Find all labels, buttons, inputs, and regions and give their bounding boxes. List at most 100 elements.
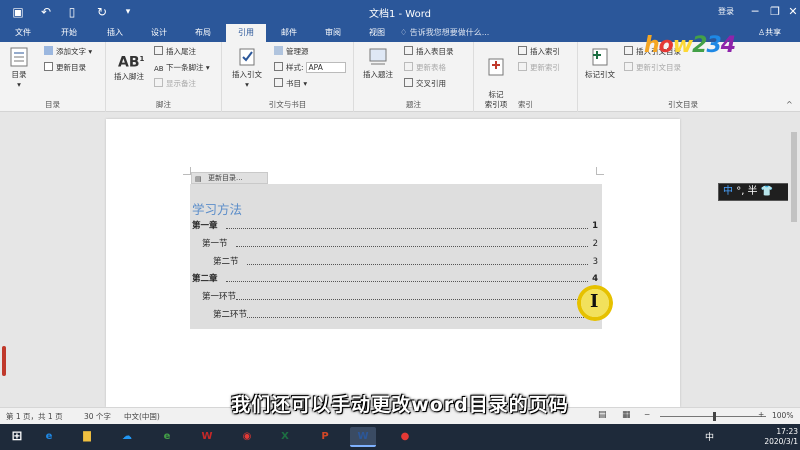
- update-toc-button[interactable]: 更新目录: [44, 62, 86, 74]
- toc-page-number[interactable]: 3: [593, 255, 598, 269]
- taskbar-baidu-netdisk-icon[interactable]: ☁: [114, 427, 140, 447]
- clock-time: 17:23: [776, 427, 798, 436]
- taskbar-word-icon[interactable]: W: [350, 427, 376, 447]
- toc-icon: [10, 47, 28, 67]
- tab-mailings[interactable]: 邮件: [272, 24, 306, 42]
- show-notes-button[interactable]: 显示备注: [154, 78, 196, 90]
- ime-toolbar[interactable]: 中 °, 半 👕: [718, 183, 796, 201]
- insert-citation-button[interactable]: 插入引文 ▾: [228, 46, 266, 90]
- ime-language[interactable]: 中: [723, 186, 733, 197]
- insert-footnote-button[interactable]: AB1 插入脚注: [110, 48, 148, 82]
- toc-page-number[interactable]: 2: [593, 237, 598, 251]
- toc-entry[interactable]: 第一环节5: [202, 290, 598, 304]
- text-cursor-icon: I: [590, 291, 599, 312]
- caption-group-label: 题注: [406, 100, 421, 109]
- toc-entry[interactable]: 第一章 1: [192, 219, 598, 233]
- update-index-icon: [518, 62, 527, 71]
- footnote-icon: AB1: [118, 54, 145, 71]
- bibliography-button[interactable]: 书目 ▾: [274, 78, 307, 90]
- tab-file[interactable]: 文件: [6, 24, 40, 42]
- toc-entry[interactable]: 第二环节6: [213, 308, 598, 322]
- citation-style-select[interactable]: 样式: APA: [274, 62, 346, 74]
- citation-group-label: 引文与书目: [268, 100, 307, 109]
- taskbar-recorder-icon[interactable]: ●: [392, 427, 418, 447]
- windows-start-icon[interactable]: ⊞: [4, 427, 30, 447]
- footnote-group: AB1 插入脚注 插入尾注 AB 下一条脚注 ▾ 显示备注 脚注: [106, 42, 222, 112]
- insert-table-of-figures-button[interactable]: 插入表目录: [404, 46, 454, 58]
- lightbulb-icon: ♢: [400, 28, 410, 37]
- add-text-icon: [44, 46, 53, 55]
- toc-menu-icon[interactable]: ▤: [195, 174, 202, 184]
- close-button[interactable]: ✕: [780, 3, 800, 21]
- scrollbar-thumb[interactable]: [791, 132, 797, 222]
- toc-leader-dots: [247, 317, 588, 318]
- toc-leader-dots: [247, 263, 588, 265]
- crop-mark: [596, 167, 604, 175]
- taskbar-excel-icon[interactable]: X: [272, 427, 298, 447]
- cross-reference-icon: [404, 78, 413, 87]
- taskbar-360-browser-icon[interactable]: e: [154, 427, 180, 447]
- index-group: 标记 索引项 插入索引 更新索引 索引: [474, 42, 578, 112]
- share-button[interactable]: ♙共享: [758, 27, 781, 38]
- taskbar-chrome-icon[interactable]: ◉: [234, 427, 260, 447]
- toc-entry[interactable]: 第一节 2: [202, 237, 598, 251]
- ime-mode[interactable]: °, 半: [736, 186, 757, 197]
- login-link[interactable]: 登录: [718, 6, 734, 17]
- tab-view[interactable]: 视图: [360, 24, 394, 42]
- caption-icon: [369, 48, 387, 65]
- toc-entry-text: 第一环节: [202, 292, 237, 303]
- citation-table-group-label: 引文目录: [668, 100, 698, 109]
- tab-references[interactable]: 引用: [226, 24, 266, 42]
- next-footnote-button[interactable]: AB 下一条脚注 ▾: [154, 62, 210, 74]
- next-footnote-icon: AB: [154, 65, 164, 73]
- tab-insert[interactable]: 插入: [98, 24, 132, 42]
- collapse-ribbon-icon[interactable]: ^: [786, 100, 793, 109]
- toc-entry-text: 第二章: [192, 274, 218, 285]
- taskbar-wps-icon[interactable]: W: [194, 427, 220, 447]
- taskbar-explorer-icon[interactable]: ▇: [74, 427, 100, 447]
- insert-index-icon: [518, 46, 527, 55]
- mark-citation-button[interactable]: 标记引文: [582, 46, 618, 80]
- update-toc-tab[interactable]: 更新目录...: [208, 174, 243, 182]
- toc-heading: 学习方法: [192, 202, 243, 217]
- insert-index-button[interactable]: 插入索引: [518, 46, 560, 58]
- document-page[interactable]: ▤ 更新目录... 学习方法 第一章 1 第一节 2 第二节 3 第二章4 第一环节5 第二环节…: [106, 119, 680, 407]
- cross-reference-button[interactable]: 交叉引用: [404, 78, 446, 90]
- taskbar-ie-icon[interactable]: e: [36, 427, 62, 447]
- vertical-scrollbar[interactable]: [788, 112, 800, 407]
- toc-control-handle[interactable]: ▤ 更新目录...: [191, 172, 268, 184]
- clock-date: 2020/3/1: [764, 437, 798, 446]
- ime-skin-icon[interactable]: 👕: [761, 186, 773, 197]
- toc-entry-text: 第二环节: [213, 310, 248, 320]
- tab-layout[interactable]: 布局: [186, 24, 220, 42]
- toc-entry[interactable]: 第二节 3: [213, 255, 598, 269]
- toc-leader-dots: [226, 228, 588, 229]
- toc-entry-text: 第一节: [202, 238, 228, 249]
- toc-entry[interactable]: 第二章 4: [192, 272, 598, 286]
- tab-review[interactable]: 审阅: [316, 24, 350, 42]
- windows-taskbar: ⊞ e ▇ ☁ e W ◉ X P W ● 中 17:23 2020/3/1: [0, 424, 800, 450]
- update-table-button[interactable]: 更新表格: [404, 62, 446, 74]
- citation-icon: [239, 48, 255, 66]
- citation-group: 插入引文 ▾ 管理源 样式: APA 书目 ▾ 引文与书目: [222, 42, 354, 112]
- add-text-button[interactable]: 添加文字 ▾: [44, 46, 92, 58]
- ime-tray-indicator[interactable]: 中: [705, 430, 714, 443]
- footnote-group-label: 脚注: [156, 100, 171, 109]
- show-notes-icon: [154, 78, 163, 87]
- style-value[interactable]: APA: [305, 62, 346, 73]
- taskbar-powerpoint-icon[interactable]: P: [312, 427, 338, 447]
- update-table-of-authorities-button[interactable]: 更新引文目录: [624, 62, 681, 74]
- tab-home[interactable]: 开始: [52, 24, 86, 42]
- toc-leader-dots: [236, 245, 588, 247]
- toc-button[interactable]: 目录 ▾: [6, 46, 32, 90]
- insert-caption-button[interactable]: 插入题注: [358, 46, 398, 80]
- insert-endnote-button[interactable]: 插入尾注: [154, 46, 196, 58]
- manage-sources-button[interactable]: 管理源: [274, 46, 309, 58]
- tab-design[interactable]: 设计: [142, 24, 176, 42]
- toc-entry-text: 第二节: [213, 256, 239, 267]
- toc-page-number[interactable]: 1: [592, 219, 598, 233]
- update-index-button[interactable]: 更新索引: [518, 62, 560, 74]
- system-clock[interactable]: 17:23 2020/3/1: [754, 427, 798, 447]
- table-of-authorities-icon: [624, 46, 633, 55]
- tell-me-box[interactable]: ♢ 告诉我您想要做什么...: [400, 27, 489, 38]
